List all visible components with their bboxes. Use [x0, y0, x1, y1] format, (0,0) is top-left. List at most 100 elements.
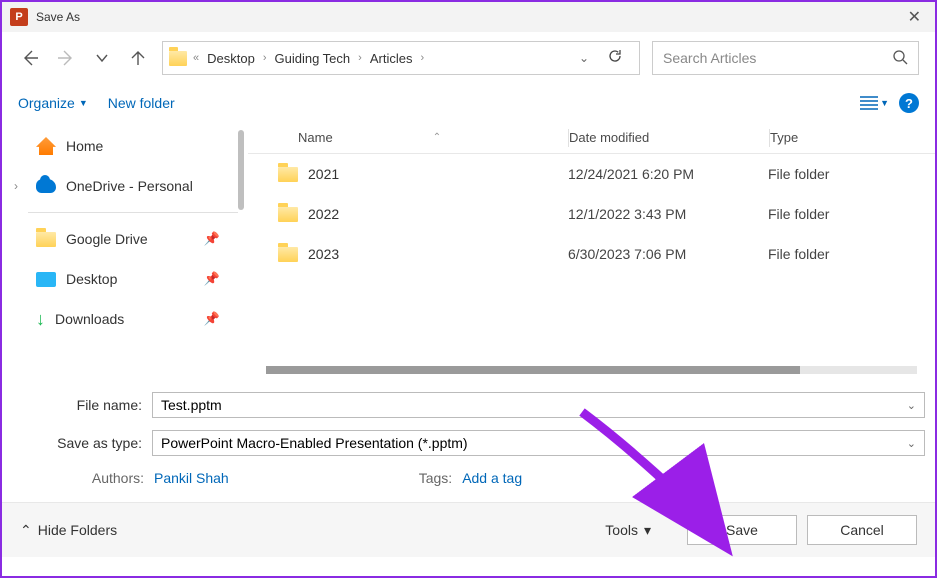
desktop-icon — [36, 272, 56, 287]
file-name-label: File name: — [12, 397, 152, 413]
file-row[interactable]: 2023 6/30/2023 7:06 PM File folder — [248, 234, 935, 274]
save-type-value: PowerPoint Macro-Enabled Presentation (*… — [161, 435, 468, 451]
view-options-button[interactable]: ▼ — [860, 96, 889, 110]
folder-icon — [36, 232, 56, 247]
save-button[interactable]: Save — [687, 515, 797, 545]
chevron-down-icon: ▾ — [644, 522, 651, 539]
pin-icon: 📌 — [204, 271, 220, 287]
sidebar-scrollbar[interactable] — [238, 130, 244, 210]
sidebar-item-onedrive[interactable]: › OneDrive - Personal — [2, 166, 248, 206]
sidebar-item-label: Downloads — [55, 311, 124, 327]
chevron-right-icon: › — [418, 52, 426, 64]
sidebar-item-home[interactable]: Home — [2, 126, 248, 166]
file-row[interactable]: 2022 12/1/2022 3:43 PM File folder — [248, 194, 935, 234]
home-icon — [36, 137, 56, 155]
close-button[interactable]: ✕ — [898, 7, 931, 27]
sidebar-item-desktop[interactable]: Desktop 📌 — [2, 259, 248, 299]
address-bar[interactable]: « Desktop › Guiding Tech › Articles › ⌄ — [162, 41, 640, 75]
chevron-right-icon: › — [356, 52, 364, 64]
breadcrumb-prefix: « — [191, 52, 201, 64]
tools-label: Tools — [605, 522, 638, 538]
authors-label: Authors: — [70, 470, 144, 486]
chevron-down-icon[interactable]: ⌄ — [907, 437, 916, 450]
sidebar-item-label: Home — [66, 138, 103, 154]
column-type-header[interactable]: Type — [770, 130, 935, 145]
sidebar-divider — [28, 212, 238, 213]
column-date-header[interactable]: Date modified — [569, 130, 769, 145]
sidebar-item-label: Google Drive — [66, 231, 148, 247]
chevron-down-icon: ▼ — [880, 98, 889, 108]
file-date: 6/30/2023 7:06 PM — [568, 246, 768, 262]
metadata-row: Authors: Pankil Shah Tags: Add a tag — [12, 464, 925, 496]
save-type-field[interactable]: PowerPoint Macro-Enabled Presentation (*… — [152, 430, 925, 456]
sidebar-item-label: Desktop — [66, 271, 117, 287]
save-form: File name: Test.pptm ⌄ Save as type: Pow… — [2, 374, 935, 502]
breadcrumb-guiding-tech[interactable]: Guiding Tech — [273, 51, 353, 66]
file-type: File folder — [768, 166, 935, 182]
navigation-row: « Desktop › Guiding Tech › Articles › ⌄ — [2, 32, 935, 84]
cancel-button[interactable]: Cancel — [807, 515, 917, 545]
chevron-down-icon[interactable]: ⌄ — [907, 399, 916, 412]
sidebar-item-label: OneDrive - Personal — [66, 178, 193, 194]
sidebar-item-google-drive[interactable]: Google Drive 📌 — [2, 219, 248, 259]
tools-button[interactable]: Tools ▾ — [605, 522, 651, 539]
file-name-value: Test.pptm — [161, 397, 222, 413]
address-history-button[interactable]: ⌄ — [575, 51, 593, 65]
pin-icon: 📌 — [204, 231, 220, 247]
folder-icon — [278, 167, 298, 182]
breadcrumb-desktop[interactable]: Desktop — [205, 51, 257, 66]
pin-icon: 📌 — [204, 311, 220, 327]
main-pane: Home › OneDrive - Personal Google Drive … — [2, 122, 935, 374]
navigation-pane: Home › OneDrive - Personal Google Drive … — [2, 122, 248, 374]
file-name: 2022 — [308, 206, 339, 222]
folder-icon — [278, 207, 298, 222]
search-icon[interactable] — [892, 49, 908, 68]
tags-label: Tags: — [419, 470, 452, 486]
tags-value[interactable]: Add a tag — [462, 470, 522, 486]
chevron-up-icon: ⌃ — [20, 522, 32, 539]
scrollbar-thumb[interactable] — [266, 366, 800, 374]
file-name: 2023 — [308, 246, 339, 262]
sort-indicator-icon: ⌃ — [433, 132, 441, 143]
hide-folders-label: Hide Folders — [38, 522, 117, 538]
forward-button[interactable] — [54, 46, 78, 70]
sidebar-item-downloads[interactable]: ↓ Downloads 📌 — [2, 299, 248, 339]
file-name-field[interactable]: Test.pptm ⌄ — [152, 392, 925, 418]
window-title: Save As — [36, 10, 80, 24]
file-date: 12/24/2021 6:20 PM — [568, 166, 768, 182]
search-input[interactable] — [663, 50, 859, 66]
chevron-right-icon: › — [261, 52, 269, 64]
file-list-panel: Name ⌃ Date modified Type 2021 12/24/202… — [248, 122, 935, 374]
organize-label: Organize — [18, 95, 75, 111]
expand-icon[interactable]: › — [14, 179, 18, 193]
breadcrumb-articles[interactable]: Articles — [368, 51, 415, 66]
command-toolbar: Organize ▼ New folder ▼ ? — [2, 84, 935, 122]
organize-button[interactable]: Organize ▼ — [18, 95, 88, 111]
horizontal-scrollbar[interactable] — [266, 366, 917, 374]
save-type-label: Save as type: — [12, 435, 152, 451]
column-name-header[interactable]: Name ⌃ — [248, 130, 568, 145]
footer-bar: ⌃ Hide Folders Tools ▾ Save Cancel — [2, 503, 935, 557]
hide-folders-button[interactable]: ⌃ Hide Folders — [20, 522, 117, 539]
column-headers: Name ⌃ Date modified Type — [248, 122, 935, 154]
powerpoint-icon: P — [10, 8, 28, 26]
file-name: 2021 — [308, 166, 339, 182]
folder-icon — [169, 51, 187, 66]
onedrive-icon — [36, 179, 56, 193]
file-date: 12/1/2022 3:43 PM — [568, 206, 768, 222]
back-button[interactable] — [18, 46, 42, 70]
file-type: File folder — [768, 206, 935, 222]
refresh-button[interactable] — [597, 48, 633, 68]
help-button[interactable]: ? — [899, 93, 919, 113]
search-box[interactable] — [652, 41, 919, 75]
new-folder-button[interactable]: New folder — [108, 95, 175, 111]
recent-locations-button[interactable] — [90, 46, 114, 70]
chevron-down-icon: ▼ — [79, 98, 88, 108]
folder-icon — [278, 247, 298, 262]
authors-value[interactable]: Pankil Shah — [154, 470, 229, 486]
download-icon: ↓ — [36, 309, 45, 330]
file-row[interactable]: 2021 12/24/2021 6:20 PM File folder — [248, 154, 935, 194]
title-bar: P Save As ✕ — [2, 2, 935, 32]
up-button[interactable] — [126, 46, 150, 70]
file-type: File folder — [768, 246, 935, 262]
